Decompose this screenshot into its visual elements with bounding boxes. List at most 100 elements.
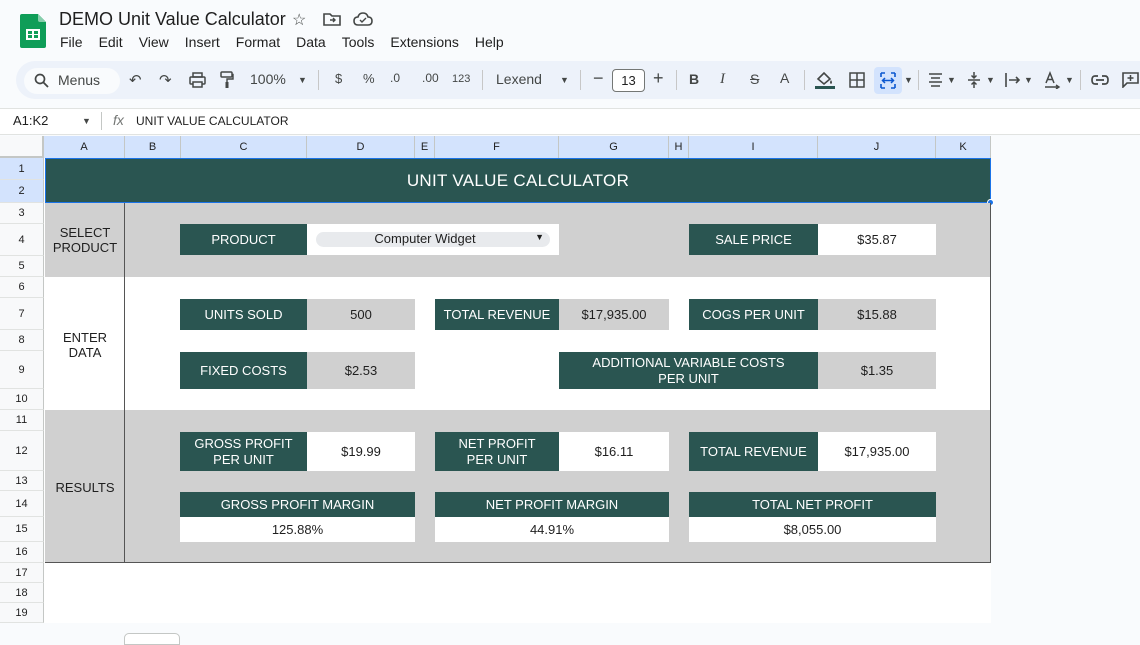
paint-format-icon[interactable] xyxy=(220,71,234,89)
print-icon[interactable] xyxy=(189,72,206,88)
move-folder-icon[interactable] xyxy=(323,12,341,26)
horizontal-align-icon[interactable] xyxy=(928,73,943,87)
row-header-13[interactable]: 13 xyxy=(0,471,44,491)
text-color-button[interactable]: A xyxy=(780,70,789,86)
sheet-tab[interactable] xyxy=(124,633,180,645)
rotation-chevron-icon[interactable]: ▼ xyxy=(1065,75,1074,85)
menu-help[interactable]: Help xyxy=(475,34,504,50)
insert-comment-icon[interactable] xyxy=(1122,72,1140,88)
cogs-per-unit-value[interactable]: $15.88 xyxy=(818,299,936,330)
menu-edit[interactable]: Edit xyxy=(99,34,123,50)
net-profit-per-unit-value[interactable]: $16.11 xyxy=(559,432,669,471)
column-header-i[interactable]: I xyxy=(689,136,818,158)
row-header-14[interactable]: 14 xyxy=(0,491,44,517)
name-box[interactable]: A1:K2 xyxy=(13,113,48,128)
font-family-select[interactable]: Lexend xyxy=(496,71,542,87)
star-icon[interactable]: ☆ xyxy=(292,10,306,30)
document-title[interactable]: DEMO Unit Value Calculator xyxy=(59,9,286,30)
menu-tools[interactable]: Tools xyxy=(342,34,375,50)
row-header-16[interactable]: 16 xyxy=(0,542,44,563)
more-formats-button[interactable]: 123 xyxy=(452,73,470,85)
menu-data[interactable]: Data xyxy=(296,34,326,50)
row-header-6[interactable]: 6 xyxy=(0,277,44,298)
menu-format[interactable]: Format xyxy=(236,34,280,50)
calculator-title[interactable]: UNIT VALUE CALCULATOR xyxy=(45,158,991,203)
menu-insert[interactable]: Insert xyxy=(185,34,220,50)
row-header-10[interactable]: 10 xyxy=(0,389,44,410)
format-percent-button[interactable]: % xyxy=(363,71,375,86)
text-wrapping-icon[interactable] xyxy=(1005,72,1021,88)
bold-button[interactable]: B xyxy=(689,71,699,87)
sale-price-value[interactable]: $35.87 xyxy=(818,224,936,255)
search-menus-label: Menus xyxy=(58,72,101,88)
row-header-11[interactable]: 11 xyxy=(0,410,44,431)
select-all-corner[interactable] xyxy=(0,136,44,158)
menu-view[interactable]: View xyxy=(139,34,169,50)
row-header-7[interactable]: 7 xyxy=(0,298,44,330)
row-header-3[interactable]: 3 xyxy=(0,203,44,224)
total-net-profit-value[interactable]: $8,055.00 xyxy=(689,517,936,542)
font-chevron-icon[interactable]: ▼ xyxy=(560,75,569,85)
results-total-revenue-value[interactable]: $17,935.00 xyxy=(818,432,936,471)
row-header-15[interactable]: 15 xyxy=(0,517,44,542)
column-header-g[interactable]: G xyxy=(559,136,669,158)
column-header-b[interactable]: B xyxy=(125,136,181,158)
row-header-2[interactable]: 2 xyxy=(0,180,44,203)
wrap-chevron-icon[interactable]: ▼ xyxy=(1024,75,1033,85)
net-profit-margin-value[interactable]: 44.91% xyxy=(435,517,669,542)
vertical-align-icon[interactable] xyxy=(967,71,981,89)
table-bottom-border xyxy=(45,562,991,563)
decrease-decimal-button[interactable]: .0 xyxy=(390,71,400,85)
zoom-chevron-icon[interactable]: ▼ xyxy=(298,75,307,85)
row-header-18[interactable]: 18 xyxy=(0,583,44,603)
column-header-k[interactable]: K xyxy=(936,136,991,158)
gross-profit-margin-value[interactable]: 125.88% xyxy=(180,517,415,542)
units-sold-value[interactable]: 500 xyxy=(307,299,415,330)
formula-input[interactable]: UNIT VALUE CALCULATOR xyxy=(136,114,288,128)
row-header-12[interactable]: 12 xyxy=(0,431,44,471)
row-header-8[interactable]: 8 xyxy=(0,330,44,351)
product-dropdown[interactable]: Computer Widget ▼ xyxy=(316,231,550,247)
total-revenue-value[interactable]: $17,935.00 xyxy=(559,299,669,330)
borders-icon[interactable] xyxy=(849,72,865,88)
column-header-c[interactable]: C xyxy=(181,136,307,158)
menu-extensions[interactable]: Extensions xyxy=(390,34,458,50)
merge-chevron-icon[interactable]: ▼ xyxy=(904,75,913,85)
fill-color-icon[interactable] xyxy=(814,70,836,90)
halign-chevron-icon[interactable]: ▼ xyxy=(947,75,956,85)
row-header-17[interactable]: 17 xyxy=(0,563,44,583)
name-box-chevron-icon[interactable]: ▼ xyxy=(82,116,91,126)
valign-chevron-icon[interactable]: ▼ xyxy=(986,75,995,85)
format-currency-button[interactable]: $ xyxy=(335,71,342,86)
row-header-4[interactable]: 4 xyxy=(0,224,44,256)
cloud-status-icon[interactable] xyxy=(353,12,373,26)
text-rotation-icon[interactable] xyxy=(1043,71,1061,89)
sheets-logo-icon[interactable] xyxy=(20,14,46,48)
column-header-e[interactable]: E xyxy=(415,136,435,158)
row-header-1[interactable]: 1 xyxy=(0,158,44,180)
undo-icon[interactable]: ↶ xyxy=(129,71,142,89)
redo-icon[interactable]: ↷ xyxy=(159,71,172,89)
column-header-j[interactable]: J xyxy=(818,136,936,158)
additional-variable-costs-value[interactable]: $1.35 xyxy=(818,352,936,389)
column-header-a[interactable]: A xyxy=(44,136,125,158)
font-size-increase-button[interactable]: + xyxy=(653,68,664,89)
column-header-f[interactable]: F xyxy=(435,136,559,158)
column-header-d[interactable]: D xyxy=(307,136,415,158)
font-size-decrease-button[interactable]: − xyxy=(593,68,604,89)
merge-cells-button[interactable] xyxy=(874,67,902,94)
column-header-h[interactable]: H xyxy=(669,136,689,158)
gross-profit-per-unit-value[interactable]: $19.99 xyxy=(307,432,415,471)
row-header-9[interactable]: 9 xyxy=(0,351,44,389)
insert-link-icon[interactable] xyxy=(1091,74,1109,86)
increase-decimal-button[interactable]: .00 xyxy=(422,71,439,85)
font-size-input[interactable]: 13 xyxy=(612,69,645,92)
menu-file[interactable]: File xyxy=(60,34,83,50)
fixed-costs-value[interactable]: $2.53 xyxy=(307,352,415,389)
strikethrough-button[interactable]: S xyxy=(750,71,759,87)
row-header-19[interactable]: 19 xyxy=(0,603,44,623)
row-header-5[interactable]: 5 xyxy=(0,256,44,277)
search-menus-input[interactable]: Menus xyxy=(24,68,120,94)
italic-button[interactable]: I xyxy=(720,71,725,88)
zoom-select[interactable]: 100% xyxy=(250,71,286,87)
